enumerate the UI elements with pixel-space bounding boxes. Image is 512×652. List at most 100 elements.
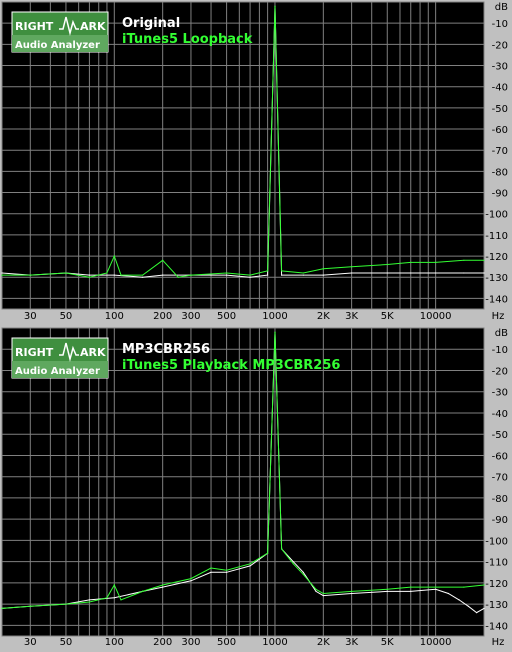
data-point [113, 255, 115, 257]
data-point [267, 274, 269, 276]
y-tick-label: dB [495, 328, 508, 339]
data-point [302, 571, 304, 573]
data-point [435, 586, 437, 588]
y-tick-label: -130 [485, 600, 508, 611]
data-point [29, 274, 31, 276]
data-point [142, 274, 144, 276]
y-tick-label: -20 [492, 40, 508, 51]
x-tick-label: 2K [317, 637, 330, 648]
data-point [249, 563, 251, 565]
y-tick-label: -140 [485, 294, 508, 305]
top-rightmark-logo: RIGHT ARK Audio Analyzer [11, 11, 109, 53]
y-tick-label: -90 [492, 189, 508, 200]
y-tick-label: -120 [485, 579, 508, 590]
legend-series-2: iTunes5 Loopback [122, 32, 253, 47]
data-point [267, 270, 269, 272]
data-point [65, 272, 67, 274]
data-point [120, 599, 122, 601]
data-point [351, 266, 353, 268]
y-tick-label: -10 [492, 19, 508, 30]
x-tick-label: 100 [105, 637, 124, 648]
data-point [190, 274, 192, 276]
y-tick-label: -70 [492, 146, 508, 157]
analyzer-window: dB -10 -20 -30 -40 -50 -60 -70 -80 -90 -100 -110 -12… [0, 0, 512, 652]
data-point [190, 580, 192, 582]
data-point [292, 563, 294, 565]
data-point [162, 586, 164, 588]
data-point [435, 588, 437, 590]
data-point [210, 571, 212, 573]
logo-audio-analyzer-text: Audio Analyzer [15, 366, 100, 377]
data-point [322, 595, 324, 597]
x-tick-label: 10000 [420, 311, 452, 322]
data-point [65, 603, 67, 605]
data-point [142, 276, 144, 278]
data-point [410, 261, 412, 263]
x-tick-label: 1000 [262, 637, 287, 648]
data-point [281, 548, 283, 550]
bottom-rightmark-logo: RIGHT ARK Audio Analyzer [11, 337, 109, 379]
x-tick-label: Hz [492, 311, 505, 322]
data-point [106, 272, 108, 274]
data-point [1, 607, 3, 610]
data-point [467, 605, 469, 607]
y-tick-label: dB [495, 2, 508, 13]
data-point [249, 276, 251, 278]
x-tick-label: 500 [217, 637, 236, 648]
data-point [447, 592, 449, 595]
y-tick-label: -90 [492, 515, 508, 526]
y-tick-label: -30 [492, 62, 508, 73]
data-point [435, 272, 437, 274]
data-point [302, 274, 304, 276]
data-point [1, 274, 3, 276]
data-point [162, 584, 164, 586]
x-tick-label: 1000 [262, 311, 287, 322]
data-point [351, 590, 353, 593]
x-tick-label: 200 [153, 311, 172, 322]
data-point [463, 272, 465, 274]
data-point [226, 272, 228, 274]
data-point [410, 590, 412, 593]
data-point [458, 599, 460, 601]
x-tick-label: 3K [345, 637, 358, 648]
y-tick-label: -140 [485, 621, 508, 632]
x-tick-label: 200 [153, 637, 172, 648]
bottom-spectrum-panel: dB -10 -20 -30 -40 -50 -60 -70 -80 -90 -100 -110 -12… [1, 327, 508, 648]
x-tick-label: 30 [24, 311, 37, 322]
legend-series-2: iTunes5 Playback MP3CBR256 [122, 358, 340, 373]
data-point [435, 261, 437, 263]
x-tick-label: 2K [317, 311, 330, 322]
y-tick-label: -20 [492, 366, 508, 377]
y-tick-label: -130 [485, 273, 508, 284]
x-tick-label: Hz [492, 637, 505, 648]
x-tick-label: 10000 [420, 637, 452, 648]
data-point [322, 274, 324, 276]
data-point [210, 567, 212, 569]
x-tick-label: 300 [181, 311, 200, 322]
data-point [113, 274, 115, 276]
data-point [113, 597, 115, 599]
data-point [302, 272, 304, 274]
data-point [29, 605, 31, 607]
data-point [351, 272, 353, 274]
logo-right-text: RIGHT [15, 20, 54, 33]
data-point [386, 590, 388, 593]
data-point [292, 561, 294, 563]
data-point [281, 274, 283, 276]
y-tick-label: -110 [485, 558, 508, 569]
data-point [190, 578, 192, 580]
x-tick-label: 300 [181, 637, 200, 648]
data-point [386, 588, 388, 590]
y-tick-label: -100 [485, 536, 508, 547]
data-point [322, 592, 324, 595]
data-point [88, 274, 90, 276]
y-tick-label: -40 [492, 409, 508, 420]
y-tick-label: -60 [492, 125, 508, 136]
y-tick-label: -80 [492, 494, 508, 505]
data-point [302, 573, 304, 576]
x-tick-label: 5K [381, 311, 394, 322]
y-tick-label: -60 [492, 451, 508, 462]
data-point [463, 259, 465, 261]
data-point [226, 569, 228, 571]
data-point [386, 272, 388, 274]
